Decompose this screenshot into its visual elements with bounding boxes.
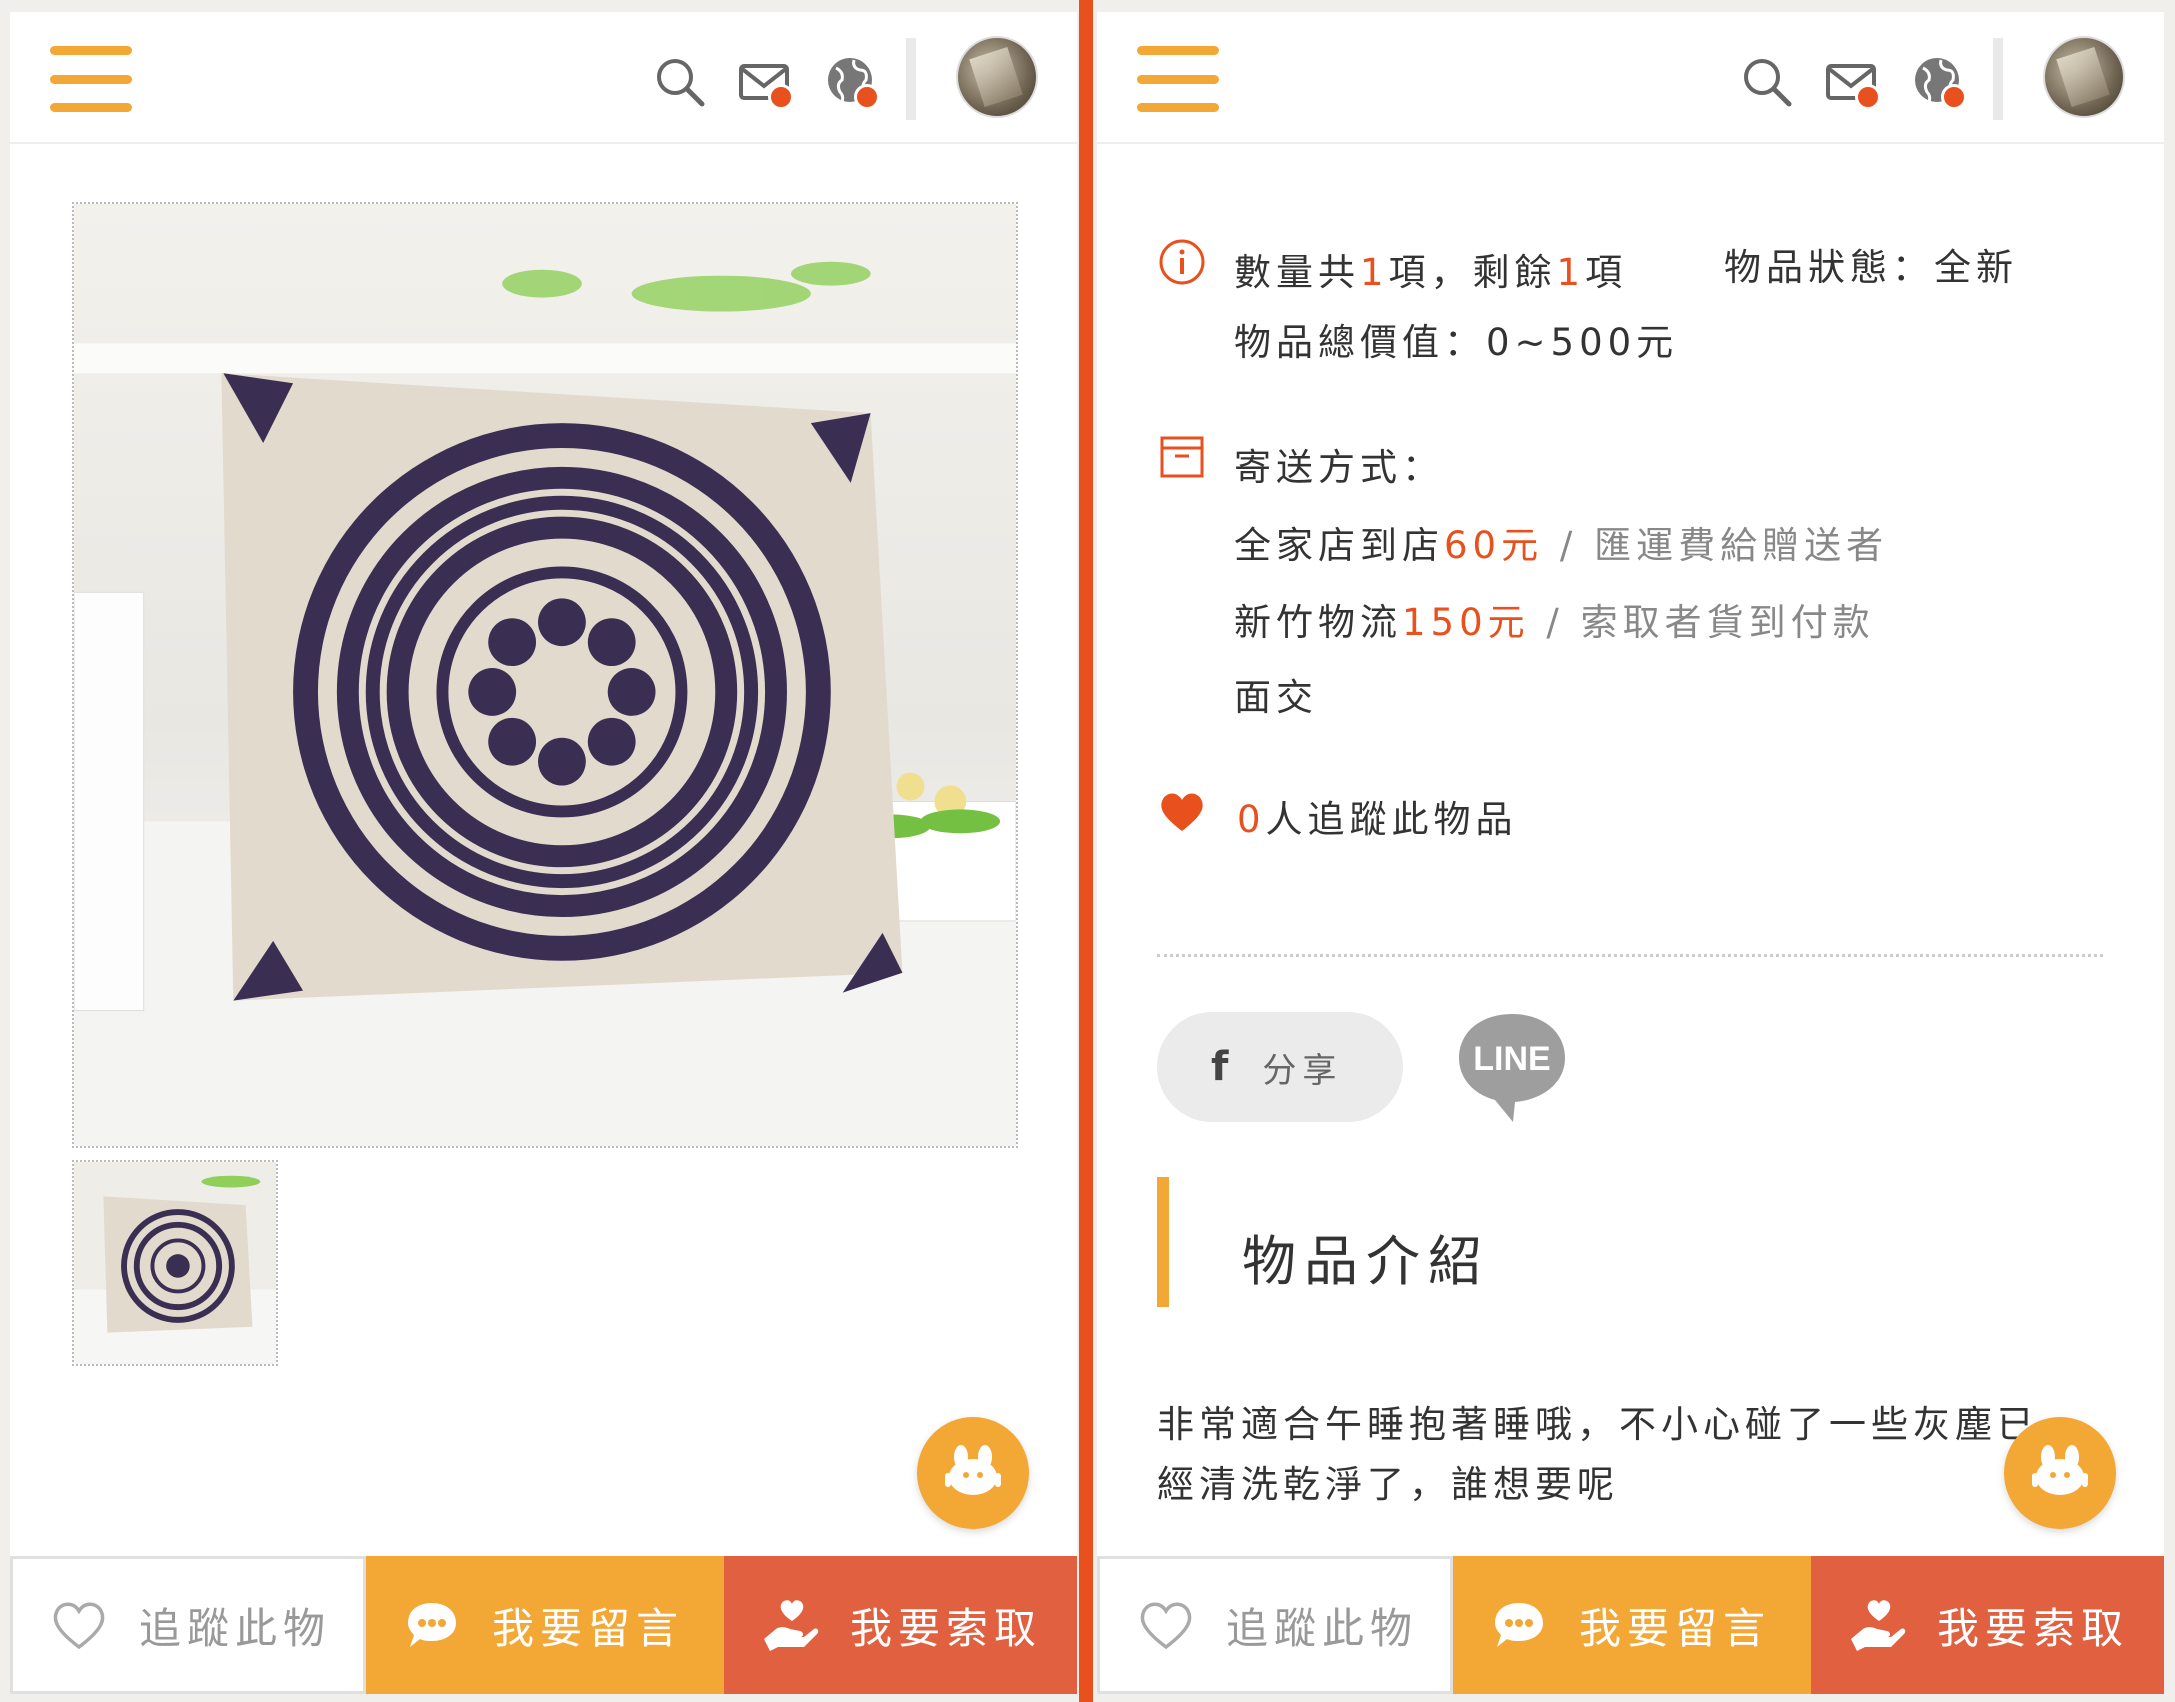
heart-icon [1157, 787, 1207, 837]
mail-notification-dot [1855, 84, 1881, 110]
request-label: 我要索取 [1937, 1603, 2130, 1653]
line-share-button[interactable]: LINE [1455, 1008, 1569, 1126]
chat-bubble-icon [1489, 1595, 1549, 1655]
facebook-icon: f [1211, 1044, 1235, 1090]
request-label: 我要索取 [850, 1603, 1043, 1653]
mail-icon[interactable] [1823, 52, 1883, 112]
globe-icon[interactable] [822, 52, 882, 112]
screen-divider [1079, 0, 1093, 1702]
chat-assistant-button[interactable] [2004, 1417, 2116, 1529]
menu-icon[interactable] [50, 46, 132, 112]
request-button[interactable]: 我要索取 [724, 1556, 1077, 1694]
followers-text: 0人追蹤此物品 [1237, 798, 1518, 841]
search-icon[interactable] [650, 52, 710, 112]
bottom-action-bar: 追蹤此物 我要留言 我要索取 [1097, 1556, 2164, 1694]
cushion-thumbnail [74, 1162, 276, 1364]
line-icon: LINE [1459, 1014, 1565, 1122]
avatar[interactable] [2043, 36, 2125, 118]
facebook-share-button[interactable]: f 分享 [1157, 1012, 1403, 1122]
request-button[interactable]: 我要索取 [1811, 1556, 2164, 1694]
shipping-option-familymart: 全家店到店60元 / 匯運費給贈送者 [1234, 524, 1889, 567]
follow-button[interactable]: 追蹤此物 [10, 1556, 366, 1694]
comment-label: 我要留言 [1579, 1603, 1772, 1653]
left-screen: 追蹤此物 我要留言 我要索取 [10, 12, 1077, 1694]
quantity-text: 數量共1項，剩餘1項 [1234, 251, 1628, 294]
section-accent-bar [1157, 1177, 1169, 1307]
heart-outline-icon [1136, 1595, 1196, 1655]
item-description: 非常適合午睡抱著睡哦，不小心碰了一些灰塵已 經清洗乾淨了，誰想要呢 [1157, 1403, 2039, 1506]
followers-count: 0 [1237, 798, 1266, 841]
follow-label: 追蹤此物 [139, 1603, 332, 1653]
info-icon [1157, 237, 1207, 287]
quantity-remaining: 1 [1556, 251, 1586, 294]
header-divider [906, 38, 916, 120]
item-thumbnail[interactable] [72, 1160, 278, 1366]
facebook-share-label: 分享 [1262, 1050, 1343, 1091]
top-header [10, 12, 1077, 144]
header-divider [1993, 38, 2003, 120]
comment-label: 我要留言 [492, 1603, 685, 1653]
mail-notification-dot [768, 84, 794, 110]
item-main-image[interactable] [72, 202, 1018, 1148]
menu-icon[interactable] [1137, 46, 1219, 112]
cushion-photo [74, 204, 1016, 1146]
avatar[interactable] [956, 36, 1038, 118]
comment-button[interactable]: 我要留言 [366, 1556, 724, 1694]
section-separator [1157, 954, 2103, 957]
hand-heart-icon [1847, 1595, 1907, 1655]
right-screen: 數量共1項，剩餘1項 物品狀態：全新 物品總價值：0~500元 寄送方式： 全家… [1097, 12, 2164, 1694]
chat-bot-icon [2032, 1445, 2088, 1495]
item-condition: 物品狀態：全新 [1724, 246, 2018, 289]
follow-label: 追蹤此物 [1226, 1603, 1419, 1653]
quantity-total: 1 [1360, 251, 1389, 294]
hand-heart-icon [760, 1595, 820, 1655]
total-value: 物品總價值：0~500元 [1234, 321, 1679, 364]
chat-bot-icon [945, 1445, 1001, 1495]
top-header [1097, 12, 2164, 144]
box-icon [1157, 432, 1207, 482]
svg-text:LINE: LINE [1473, 1040, 1550, 1078]
globe-notification-dot [1941, 84, 1967, 110]
heart-outline-icon [49, 1595, 109, 1655]
follow-button[interactable]: 追蹤此物 [1097, 1556, 1453, 1694]
chat-assistant-button[interactable] [917, 1417, 1029, 1529]
item-intro-heading: 物品介紹 [1242, 1230, 1490, 1293]
shipping-option-hct: 新竹物流150元 / 索取者貨到付款 [1234, 601, 1875, 644]
chat-bubble-icon [402, 1595, 462, 1655]
comment-button[interactable]: 我要留言 [1453, 1556, 1811, 1694]
globe-icon[interactable] [1909, 52, 1969, 112]
search-icon[interactable] [1737, 52, 1797, 112]
shipping-title: 寄送方式： [1234, 446, 1444, 489]
shipping-option-meetup: 面交 [1234, 676, 1318, 719]
bottom-action-bar: 追蹤此物 我要留言 我要索取 [10, 1556, 1077, 1694]
globe-notification-dot [854, 84, 880, 110]
mail-icon[interactable] [736, 52, 796, 112]
